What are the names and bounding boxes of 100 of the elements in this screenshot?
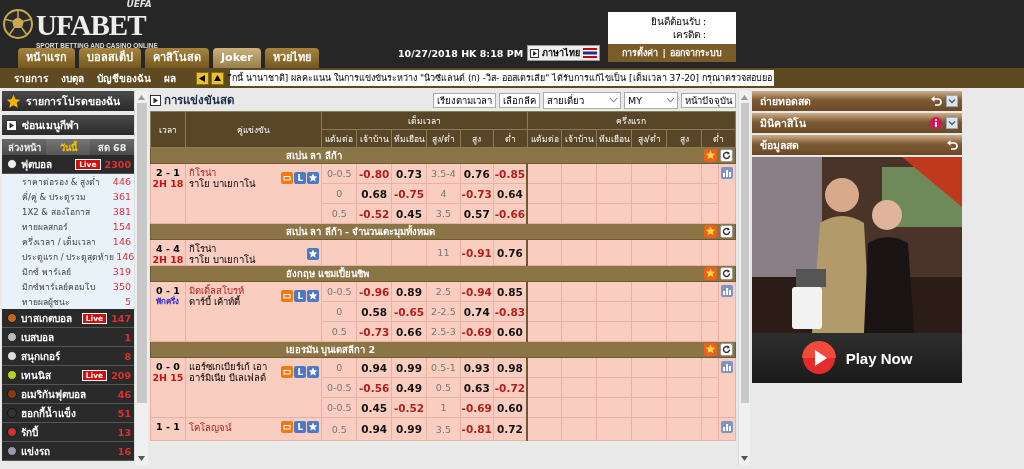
toolbar-button[interactable]: หน้าปัจจุบัน [681, 92, 736, 108]
bet-type-name: คี่/คู่ & ประตูรวม [22, 190, 87, 204]
refresh-icon[interactable] [720, 267, 733, 280]
return-arrow-icon[interactable] [947, 140, 958, 150]
toolbar-button[interactable]: เรียงตามเวลา [433, 92, 496, 108]
scroll-up-icon[interactable] [741, 95, 748, 100]
home-team[interactable]: กิโรน่า [188, 243, 306, 254]
play-icon [6, 119, 17, 131]
live-letter-icon[interactable]: L [294, 421, 307, 433]
live-letter-icon[interactable]: L [294, 172, 307, 184]
panel-header[interactable]: ถ่ายทอดสด [752, 91, 962, 111]
home-team[interactable]: มิดเดิ้ลสโบรห์ [188, 285, 280, 296]
favorite-star-icon[interactable] [307, 172, 320, 184]
stats-icon[interactable] [721, 167, 734, 179]
scrollbar[interactable] [134, 91, 148, 465]
refresh-icon[interactable] [720, 149, 733, 162]
sport-tab[interactable]: สด 68 [90, 139, 134, 155]
info-icon[interactable] [930, 117, 942, 129]
favorite-star-icon[interactable] [307, 366, 320, 378]
stats-icon[interactable] [721, 285, 734, 297]
collapse-icon[interactable] [946, 95, 958, 107]
sport-item[interactable]: สนุกเกอร์ 8 [2, 347, 134, 366]
bet-type-item[interactable]: ทายผลสกอร์ 154 [2, 219, 134, 234]
toolbar-button[interactable]: เลือกลีค [499, 92, 540, 108]
tv-icon[interactable] [281, 421, 294, 433]
panel-header[interactable]: ข้อมูลสด [752, 135, 962, 155]
scroll-up-icon[interactable] [138, 95, 145, 100]
nav-link[interactable]: บัญชีของฉัน [97, 70, 151, 86]
home-team[interactable]: โคโลญจน์ [188, 421, 280, 433]
sport-item[interactable]: แข่งรถ 16 [2, 442, 134, 461]
bet-type-item[interactable]: ราคาต่อรอง & สูงต่ำ 446 [2, 174, 134, 189]
scroll-down-icon[interactable] [741, 456, 748, 461]
sport-tab[interactable]: ล่วงหน้า [2, 139, 46, 155]
scrollbar[interactable] [738, 91, 750, 465]
event-count: 381 [112, 206, 131, 217]
dropdown[interactable]: สายเดี่ยว [543, 91, 621, 109]
live-letter-icon[interactable]: L [294, 290, 307, 302]
stats-icon[interactable] [721, 361, 734, 373]
scroll-down-icon[interactable] [138, 456, 145, 461]
event-count: 319 [112, 266, 131, 277]
bet-type-item[interactable]: 1X2 & สองโอกาส 381 [2, 204, 134, 219]
refresh-icon[interactable] [720, 343, 733, 356]
bet-type-item[interactable]: มิกซ์พาร์เลย์คอมโบ 350 [2, 279, 134, 294]
column-header: คู่แข่งขัน [185, 111, 322, 148]
live-letter-icon[interactable]: L [294, 366, 307, 378]
away-team[interactable]: ราโย บาเยกาโน่ [188, 254, 306, 265]
language-button[interactable]: ภาษาไทย [527, 45, 601, 61]
bet-type-item[interactable]: คี่/คู่ & ประตูรวม 361 [2, 189, 134, 204]
panel-header[interactable]: มินิคาสิโน [752, 113, 962, 133]
away-team[interactable]: ราโย บาเยกาโน่ [188, 178, 280, 189]
previous-button[interactable] [196, 71, 209, 85]
nav-tab[interactable]: หวยไทย [264, 48, 319, 68]
favorite-star-icon[interactable] [307, 421, 320, 433]
collapse-icon[interactable] [946, 117, 958, 129]
nav-tab[interactable]: คาสิโนสด [145, 48, 209, 68]
account-link[interactable]: ออกจากระบบ [669, 46, 722, 60]
event-count: 209 [111, 369, 131, 381]
home-team[interactable]: กิโรน่า [188, 167, 280, 178]
refresh-icon[interactable] [720, 225, 733, 238]
league-name: เยอรมัน บุนเดสลีกา 2 [285, 343, 377, 357]
bet-type-item[interactable]: ประตูแรก / ประตูสุดท้าย 146 [2, 249, 134, 264]
sport-item[interactable]: ฮอกกี้น้ำแข็ง 51 [2, 404, 134, 423]
bet-type-item[interactable]: มิกซ์ พาร์เลย์ 319 [2, 264, 134, 279]
nav-tab[interactable]: หน้าแรก [18, 48, 75, 68]
nav-link[interactable]: ผล [164, 70, 176, 86]
nav-link[interactable]: รายการ [14, 70, 48, 86]
hide-menu-header[interactable]: ซ่อนเมนูกีฬา [2, 115, 134, 135]
account-link[interactable]: การตั้งค่า [622, 46, 659, 60]
event-count: 46 [117, 388, 131, 400]
sport-name: ฟุตบอล [21, 157, 53, 172]
tv-icon[interactable] [281, 290, 294, 302]
play-now-button[interactable]: Play Now [752, 333, 962, 383]
link-separator: | [662, 48, 666, 58]
sport-item[interactable]: อเมริกันฟุตบอล 46 [2, 385, 134, 404]
favorite-star-icon[interactable] [704, 225, 717, 238]
favorites-header[interactable]: รายการโปรดของฉัน [2, 91, 134, 111]
home-team[interactable]: แอร์ซเกเบียร์เก้ เอา [188, 361, 280, 372]
favorite-star-icon[interactable] [307, 248, 320, 260]
sport-item[interactable]: เบสบอล 1 [2, 328, 134, 347]
sport-name: บาสเกตบอล [21, 311, 73, 326]
favorite-star-icon[interactable] [704, 149, 717, 162]
favorite-star-icon[interactable] [307, 290, 320, 302]
bet-type-item[interactable]: ทายผลผู้ชนะ 5 [2, 294, 134, 309]
nav-tab[interactable]: บอลสเต็ป [79, 48, 141, 68]
stats-icon[interactable] [721, 421, 734, 433]
event-count: 16 [117, 445, 131, 457]
away-team[interactable]: อาร์มิเนีย บีเลเฟลด์ [188, 372, 280, 383]
nav-link[interactable]: งบดุล [61, 70, 84, 86]
next-button[interactable] [211, 71, 224, 85]
sport-tab[interactable]: วันนี้ [46, 139, 90, 155]
tv-icon[interactable] [281, 172, 294, 184]
tv-icon[interactable] [281, 366, 294, 378]
dropdown[interactable]: MY [624, 91, 678, 109]
favorite-star-icon[interactable] [704, 343, 717, 356]
favorite-star-icon[interactable] [704, 267, 717, 280]
up-arrow-icon [214, 74, 221, 82]
bet-type-item[interactable]: ครึ่งเวลา / เต็มเวลา 146 [2, 234, 134, 249]
sport-item[interactable]: รักบี้ 13 [2, 423, 134, 442]
return-arrow-icon[interactable] [931, 96, 942, 106]
event-count: 8 [124, 350, 131, 362]
